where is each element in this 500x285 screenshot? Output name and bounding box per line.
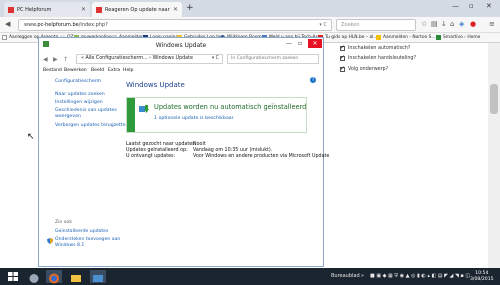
menu-item-bewerken[interactable]: Bewerken xyxy=(64,68,87,73)
add-features-link[interactable]: Ondersteken toevoegen aan Windows 8.1 xyxy=(55,237,125,249)
close-icon[interactable]: ✕ xyxy=(308,39,322,48)
info-value: Nooit xyxy=(193,142,206,147)
url-bar[interactable]: www.pc-helpforum.be/index.php? ▾ C xyxy=(18,19,332,31)
info-key: Laatst gezocht naar updates: xyxy=(126,142,197,147)
menu-icon[interactable]: ≡ xyxy=(489,20,495,28)
close-icon[interactable]: ✕ xyxy=(486,2,492,10)
bookmark-item[interactable]: Tu gids op HLN.be – al... xyxy=(318,35,378,40)
page-icon xyxy=(2,35,7,40)
browser-tab-bar: PC Helpforum ✕ Reageren Op update naar .… xyxy=(0,0,500,17)
explorer-nav-bar: ◀ ▶ ↑ « Alle Configuratiescherm... › Win… xyxy=(39,52,323,66)
info-value: Voor Windows en andere producten via Mic… xyxy=(193,154,330,159)
minimize-icon[interactable]: — xyxy=(286,40,292,47)
tab-label: Reageren Op update naar ... xyxy=(105,6,170,13)
taskbar: Bureaublad » ■ ▣ ◆ ▦ ⛨ ◉ ▲ ◎ ▮ ◐ ▴ ◧ ▤ ◤… xyxy=(0,268,500,285)
menu-item-bestand[interactable]: Bestand xyxy=(43,68,62,73)
firefox-taskbar-icon[interactable] xyxy=(46,270,62,284)
back-arrow-icon[interactable]: ◀ xyxy=(5,20,10,28)
taskbar-clock[interactable]: 10:54 3/08/2015 xyxy=(470,271,494,283)
chevron-down-icon[interactable]: ▾ C xyxy=(212,55,219,63)
breadcrumb: « Alle Configuratiescherm... › Windows U… xyxy=(81,56,193,61)
browser-search-input[interactable]: Zoeken xyxy=(336,19,416,31)
file-explorer-taskbar-icon[interactable] xyxy=(68,270,84,283)
checkbox[interactable] xyxy=(340,44,345,51)
mouse-cursor-icon: ↖ xyxy=(27,132,35,142)
maximize-icon[interactable]: ▫ xyxy=(469,2,474,10)
clock-date: 3/08/2015 xyxy=(470,277,494,282)
update-status-panel: Updates worden nu automatisch geïnstalle… xyxy=(126,97,307,133)
status-color-bar xyxy=(127,98,135,132)
bookmark-item[interactable]: Aanmelden - Norton S... xyxy=(376,35,436,40)
window-titlebar[interactable]: Windows Update — ▫ ✕ xyxy=(39,38,323,52)
control-panel-taskbar-icon[interactable] xyxy=(90,270,106,283)
installed-updates-link[interactable]: Geinstalleerde updates xyxy=(55,229,141,235)
pocket-icon[interactable]: ◈ xyxy=(459,20,464,28)
up-icon[interactable]: ↑ xyxy=(63,56,68,63)
checkbox-row[interactable]: Volg onderwerp? xyxy=(340,65,388,72)
url-path: /index.php? xyxy=(78,22,108,28)
menu-item-beeld[interactable]: Beeld xyxy=(91,68,104,73)
info-key: U ontvangt updates: xyxy=(126,154,176,159)
addon-icon[interactable]: ● xyxy=(470,20,476,28)
forward-icon[interactable]: ▶ xyxy=(53,56,58,63)
app-icon[interactable] xyxy=(26,270,42,283)
site-favicon-icon xyxy=(96,6,102,13)
site-favicon-icon xyxy=(8,6,14,13)
browser-tab-pc-helpforum[interactable]: PC Helpforum ✕ xyxy=(4,2,90,17)
tray-icons[interactable]: ■ ▣ ◆ ▦ ⛨ ◉ ▲ ◎ ▮ ◐ ▴ ◧ ▤ ◤ ◢ ◥ ▪ ◫ xyxy=(370,273,470,279)
reload-icon[interactable]: ▾ C xyxy=(319,20,327,30)
bookmark-item[interactable]: Smartivo › Home xyxy=(436,35,480,40)
info-value: Vandaag om 10:35 uur (mislukt). xyxy=(193,148,273,153)
checkbox-row[interactable]: Inschakelen handsleuteling? xyxy=(340,54,416,61)
desktop-toolbar-label[interactable]: Bureaublad xyxy=(331,273,360,279)
star-icon[interactable]: ☆ xyxy=(421,20,427,28)
status-title: Updates worden nu automatisch geïnstalle… xyxy=(154,103,307,111)
url-prefix: www. xyxy=(24,22,38,28)
maximize-icon[interactable]: ▫ xyxy=(298,40,302,47)
download-icon[interactable]: ↓ xyxy=(441,20,447,28)
tray-expand-icon[interactable]: » xyxy=(361,273,364,279)
search-placeholder: In Configuratiescherm zoeken xyxy=(231,56,299,61)
new-tab-button[interactable]: + xyxy=(186,3,194,14)
shield-icon xyxy=(47,238,53,244)
start-button[interactable] xyxy=(5,270,21,283)
tab-label: PC Helpforum xyxy=(17,6,52,13)
browser-tab-reageren[interactable]: Reageren Op update naar ... ✕ xyxy=(92,2,182,17)
url-domain: pc-helpforum.be xyxy=(37,22,79,28)
page-title: Windows Update xyxy=(126,81,185,89)
see-also-label: Zie ook xyxy=(55,220,72,225)
minimize-icon[interactable]: — xyxy=(452,2,459,10)
address-bar[interactable]: « Alle Configuratiescherm... › Windows U… xyxy=(76,54,223,64)
help-icon[interactable]: ? xyxy=(310,77,316,83)
windows-update-window: Windows Update — ▫ ✕ ◀ ▶ ↑ « Alle Config… xyxy=(38,37,329,267)
checkbox-row[interactable]: Inschakelen automatisch? xyxy=(340,44,410,51)
page-scrollbar[interactable] xyxy=(488,43,500,268)
menu-item-help[interactable]: Help xyxy=(123,68,133,73)
checkbox[interactable] xyxy=(340,65,345,72)
checkbox[interactable] xyxy=(340,54,345,61)
back-icon[interactable]: ◀ xyxy=(43,56,48,63)
window-title: Windows Update xyxy=(155,42,207,49)
close-tab-icon[interactable]: ✕ xyxy=(81,6,86,13)
norton-icon xyxy=(376,35,381,40)
windows-update-icon xyxy=(139,105,149,113)
search-placeholder: Zoeken xyxy=(341,22,360,28)
home-icon[interactable]: ⌂ xyxy=(450,20,454,28)
menu-bar: Bestand Bewerken Beeld Extra Help xyxy=(39,67,323,75)
reading-list-icon[interactable]: ▤ xyxy=(431,20,438,28)
close-tab-icon[interactable]: ✕ xyxy=(173,6,178,13)
info-key: Updates geïnstalleerd op: xyxy=(126,148,188,153)
browser-nav-bar: ◀ www.pc-helpforum.be/index.php? ▾ C Zoe… xyxy=(0,17,500,33)
control-panel-search-input[interactable]: In Configuratiescherm zoeken xyxy=(227,54,319,64)
site-icon xyxy=(436,35,441,40)
menu-item-extra[interactable]: Extra xyxy=(108,68,120,73)
optional-update-link[interactable]: 1 optionele update is beschikbaar xyxy=(154,116,234,122)
scrollbar-thumb[interactable] xyxy=(490,84,498,114)
